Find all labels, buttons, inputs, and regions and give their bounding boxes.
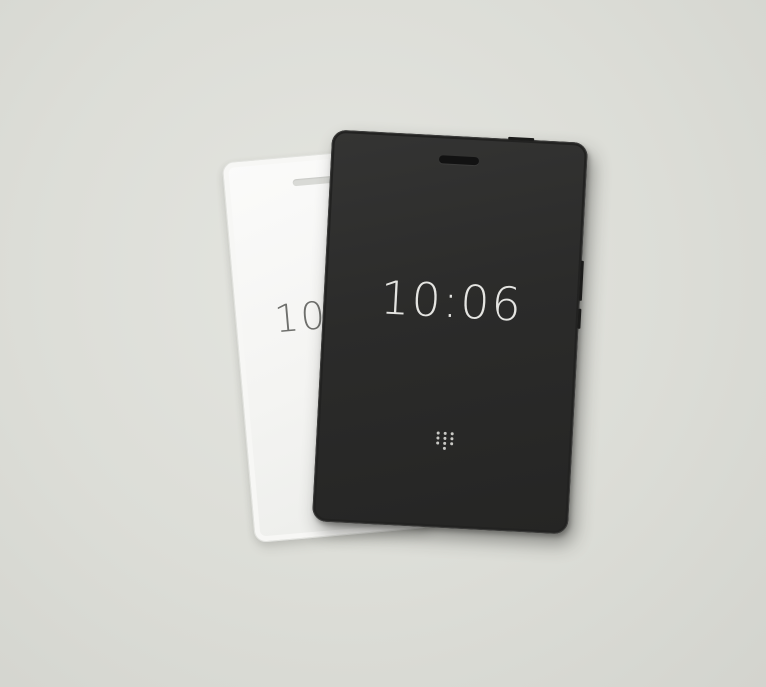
- keypad-dot: [450, 432, 454, 436]
- black-card-phone: 10:06: [311, 129, 589, 535]
- keypad-dot: [436, 431, 440, 435]
- product-photo: 10: 10:06: [0, 0, 766, 687]
- keypad-dot: [449, 437, 453, 441]
- keypad-dot: [435, 436, 440, 440]
- keypad-dot-spacer: [435, 446, 438, 449]
- earpiece-speaker: [438, 155, 480, 166]
- keypad-dot-spacer: [449, 447, 452, 450]
- earpiece-speaker: [292, 175, 333, 187]
- keypad-dot: [443, 431, 447, 435]
- keypad-dot: [442, 436, 447, 440]
- keypad-dot: [442, 441, 446, 445]
- keypad-grid-icon: [434, 431, 455, 450]
- black-phone-time: 10:06: [379, 270, 525, 332]
- keypad-dot: [435, 441, 439, 445]
- top-edge-button: [508, 136, 535, 142]
- keypad-dot: [442, 446, 446, 450]
- keypad-dot: [449, 442, 453, 446]
